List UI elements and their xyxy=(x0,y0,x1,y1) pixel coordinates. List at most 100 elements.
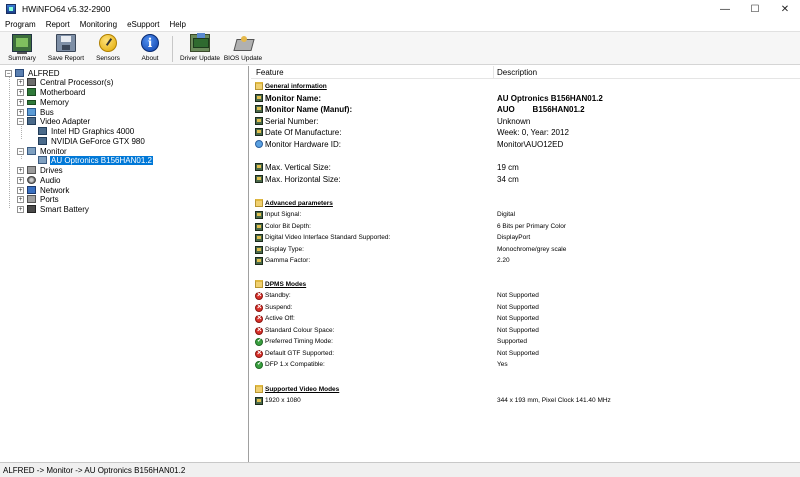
table-row[interactable]: DFP 1.x Compatible: Yes xyxy=(251,360,800,371)
table-row[interactable]: Max. Vertical Size: 19 cm xyxy=(251,162,800,173)
feature-label: Date Of Manufacture: xyxy=(265,128,342,137)
table-row[interactable]: Date Of Manufacture: Week: 0, Year: 2012 xyxy=(251,127,800,138)
feature-value: 34 cm xyxy=(497,175,519,184)
menu-monitoring[interactable]: Monitoring xyxy=(75,20,122,29)
save-report-button[interactable]: Save Report xyxy=(44,33,88,65)
table-row[interactable]: Monitor Name: AU Optronics B156HAN01.2 xyxy=(251,93,800,104)
menu-report[interactable]: Report xyxy=(41,20,75,29)
window-controls: — ☐ ✕ xyxy=(710,0,800,18)
minimize-button[interactable]: — xyxy=(710,0,740,18)
table-row[interactable]: Gamma Factor: 2.20 xyxy=(251,256,800,267)
feature-label: Max. Vertical Size: xyxy=(265,163,331,172)
table-row[interactable]: 1920 x 1080 344 x 193 mm, Pixel Clock 14… xyxy=(251,396,800,407)
column-feature-header[interactable]: Feature xyxy=(256,68,284,77)
expand-icon[interactable]: + xyxy=(17,88,24,96)
expand-icon[interactable]: + xyxy=(17,186,24,194)
table-row[interactable]: Standard Colour Space: Not Supported xyxy=(251,325,800,337)
feature-label: Input Signal: xyxy=(265,211,302,218)
feature-value: AU Optronics B156HAN01.2 xyxy=(497,94,603,103)
summary-icon xyxy=(12,34,32,54)
sensors-gauge-icon xyxy=(99,34,117,52)
monitor-icon xyxy=(255,234,263,242)
driver-update-button[interactable]: Driver Update xyxy=(178,33,222,65)
collapse-icon[interactable]: − xyxy=(17,147,24,155)
monitor-icon xyxy=(38,156,47,164)
bios-update-button[interactable]: BIOS Update xyxy=(222,33,264,65)
expand-icon[interactable]: + xyxy=(17,98,24,106)
tree-item-battery[interactable]: + Smart Battery xyxy=(17,204,90,214)
table-row[interactable]: Display Type: Monochrome/grey scale xyxy=(251,245,800,256)
tree-item-gpu-intel[interactable]: Intel HD Graphics 4000 xyxy=(38,126,135,136)
device-tree[interactable]: − ALFRED + Central Processor(s) + Mother… xyxy=(0,66,249,462)
table-row[interactable]: Max. Horizontal Size: 34 cm xyxy=(251,174,800,185)
menu-program[interactable]: Program xyxy=(0,20,41,29)
section-supported-video-modes[interactable]: Supported Video Modes xyxy=(251,384,800,395)
table-row[interactable]: Standby: Not Supported xyxy=(251,290,800,302)
tree-item-monitor-auo[interactable]: AU Optronics B156HAN01.2 xyxy=(38,155,153,165)
tree-item-cpu[interactable]: + Central Processor(s) xyxy=(17,77,114,87)
tree-label-audio: Audio xyxy=(40,175,61,185)
section-general-information[interactable]: General information xyxy=(251,81,800,92)
expand-icon[interactable]: + xyxy=(17,78,24,86)
feature-value: 19 cm xyxy=(497,163,519,172)
bus-icon xyxy=(27,108,36,116)
table-row[interactable]: Serial Number: Unknown xyxy=(251,116,800,127)
tree-item-gpu-nvidia[interactable]: NVIDIA GeForce GTX 980 xyxy=(38,136,146,146)
expand-icon[interactable]: + xyxy=(17,176,24,184)
table-row[interactable]: Monitor Name (Manuf): AUO B156HAN01.2 xyxy=(251,104,800,115)
about-button[interactable]: i About xyxy=(134,33,166,65)
menu-help[interactable]: Help xyxy=(165,20,191,29)
monitor-icon xyxy=(255,211,263,219)
table-row[interactable]: Input Signal: Digital xyxy=(251,210,800,221)
driver-update-label: Driver Update xyxy=(179,55,221,62)
port-icon xyxy=(27,195,36,203)
feature-value: DisplayPort xyxy=(497,234,531,241)
menu-bar: Program Report Monitoring eSupport Help xyxy=(0,18,800,31)
table-row[interactable]: Digital Video Interface Standard Support… xyxy=(251,233,800,244)
tree-item-audio[interactable]: + Audio xyxy=(17,175,61,185)
tree-item-video-adapter[interactable]: − Video Adapter xyxy=(17,116,91,126)
tree-item-memory[interactable]: + Memory xyxy=(17,97,70,107)
monitor-icon xyxy=(27,147,36,155)
expand-icon[interactable]: + xyxy=(17,205,24,213)
expand-icon[interactable]: + xyxy=(17,195,24,203)
tree-label-gpu-nvidia: NVIDIA GeForce GTX 980 xyxy=(51,136,145,146)
tree-item-motherboard[interactable]: + Motherboard xyxy=(17,87,86,97)
feature-value: 6 Bits per Primary Color xyxy=(497,223,566,230)
close-button[interactable]: ✕ xyxy=(770,0,800,18)
window-title: HWiNFO64 v5.32-2900 xyxy=(22,4,111,14)
table-row[interactable]: Monitor Hardware ID: Monitor\AUO12ED xyxy=(251,139,800,150)
hardware-id-icon xyxy=(255,140,263,148)
tree-item-ports[interactable]: + Ports xyxy=(17,194,60,204)
not-supported-icon xyxy=(255,325,263,335)
details-pane[interactable]: Feature Description General information … xyxy=(251,66,800,462)
summary-button[interactable]: Summary xyxy=(4,33,40,65)
sensors-button[interactable]: Sensors xyxy=(92,33,124,65)
table-row[interactable]: Default GTF Supported: Not Supported xyxy=(251,348,800,360)
column-description-header[interactable]: Description xyxy=(497,68,537,77)
menu-esupport[interactable]: eSupport xyxy=(122,20,164,29)
section-advanced-parameters[interactable]: Advanced parameters xyxy=(251,198,800,209)
expand-icon[interactable]: + xyxy=(17,166,24,174)
section-dpms-modes[interactable]: DPMS Modes xyxy=(251,279,800,290)
tree-item-drives[interactable]: + Drives xyxy=(17,165,64,175)
not-supported-icon xyxy=(255,313,263,323)
hwinfo-app-icon xyxy=(6,4,16,14)
tree-label-motherboard: Motherboard xyxy=(40,87,86,97)
about-label: About xyxy=(141,55,159,62)
table-row[interactable]: Preferred Timing Mode: Supported xyxy=(251,337,800,348)
collapse-icon[interactable]: − xyxy=(5,69,12,77)
collapse-icon[interactable]: − xyxy=(17,117,24,125)
battery-icon xyxy=(27,205,36,213)
table-row[interactable]: Active Off: Not Supported xyxy=(251,313,800,325)
feature-value: Supported xyxy=(497,338,527,345)
feature-label: 1920 x 1080 xyxy=(265,397,301,404)
column-header: Feature Description xyxy=(251,66,800,79)
computer-icon xyxy=(15,69,24,77)
table-row[interactable]: Color Bit Depth: 6 Bits per Primary Colo… xyxy=(251,222,800,233)
column-divider[interactable] xyxy=(493,66,494,79)
bios-update-icon xyxy=(233,34,253,52)
table-row[interactable]: Suspend: Not Supported xyxy=(251,302,800,314)
maximize-button[interactable]: ☐ xyxy=(740,0,770,18)
expand-icon[interactable]: + xyxy=(17,108,24,116)
